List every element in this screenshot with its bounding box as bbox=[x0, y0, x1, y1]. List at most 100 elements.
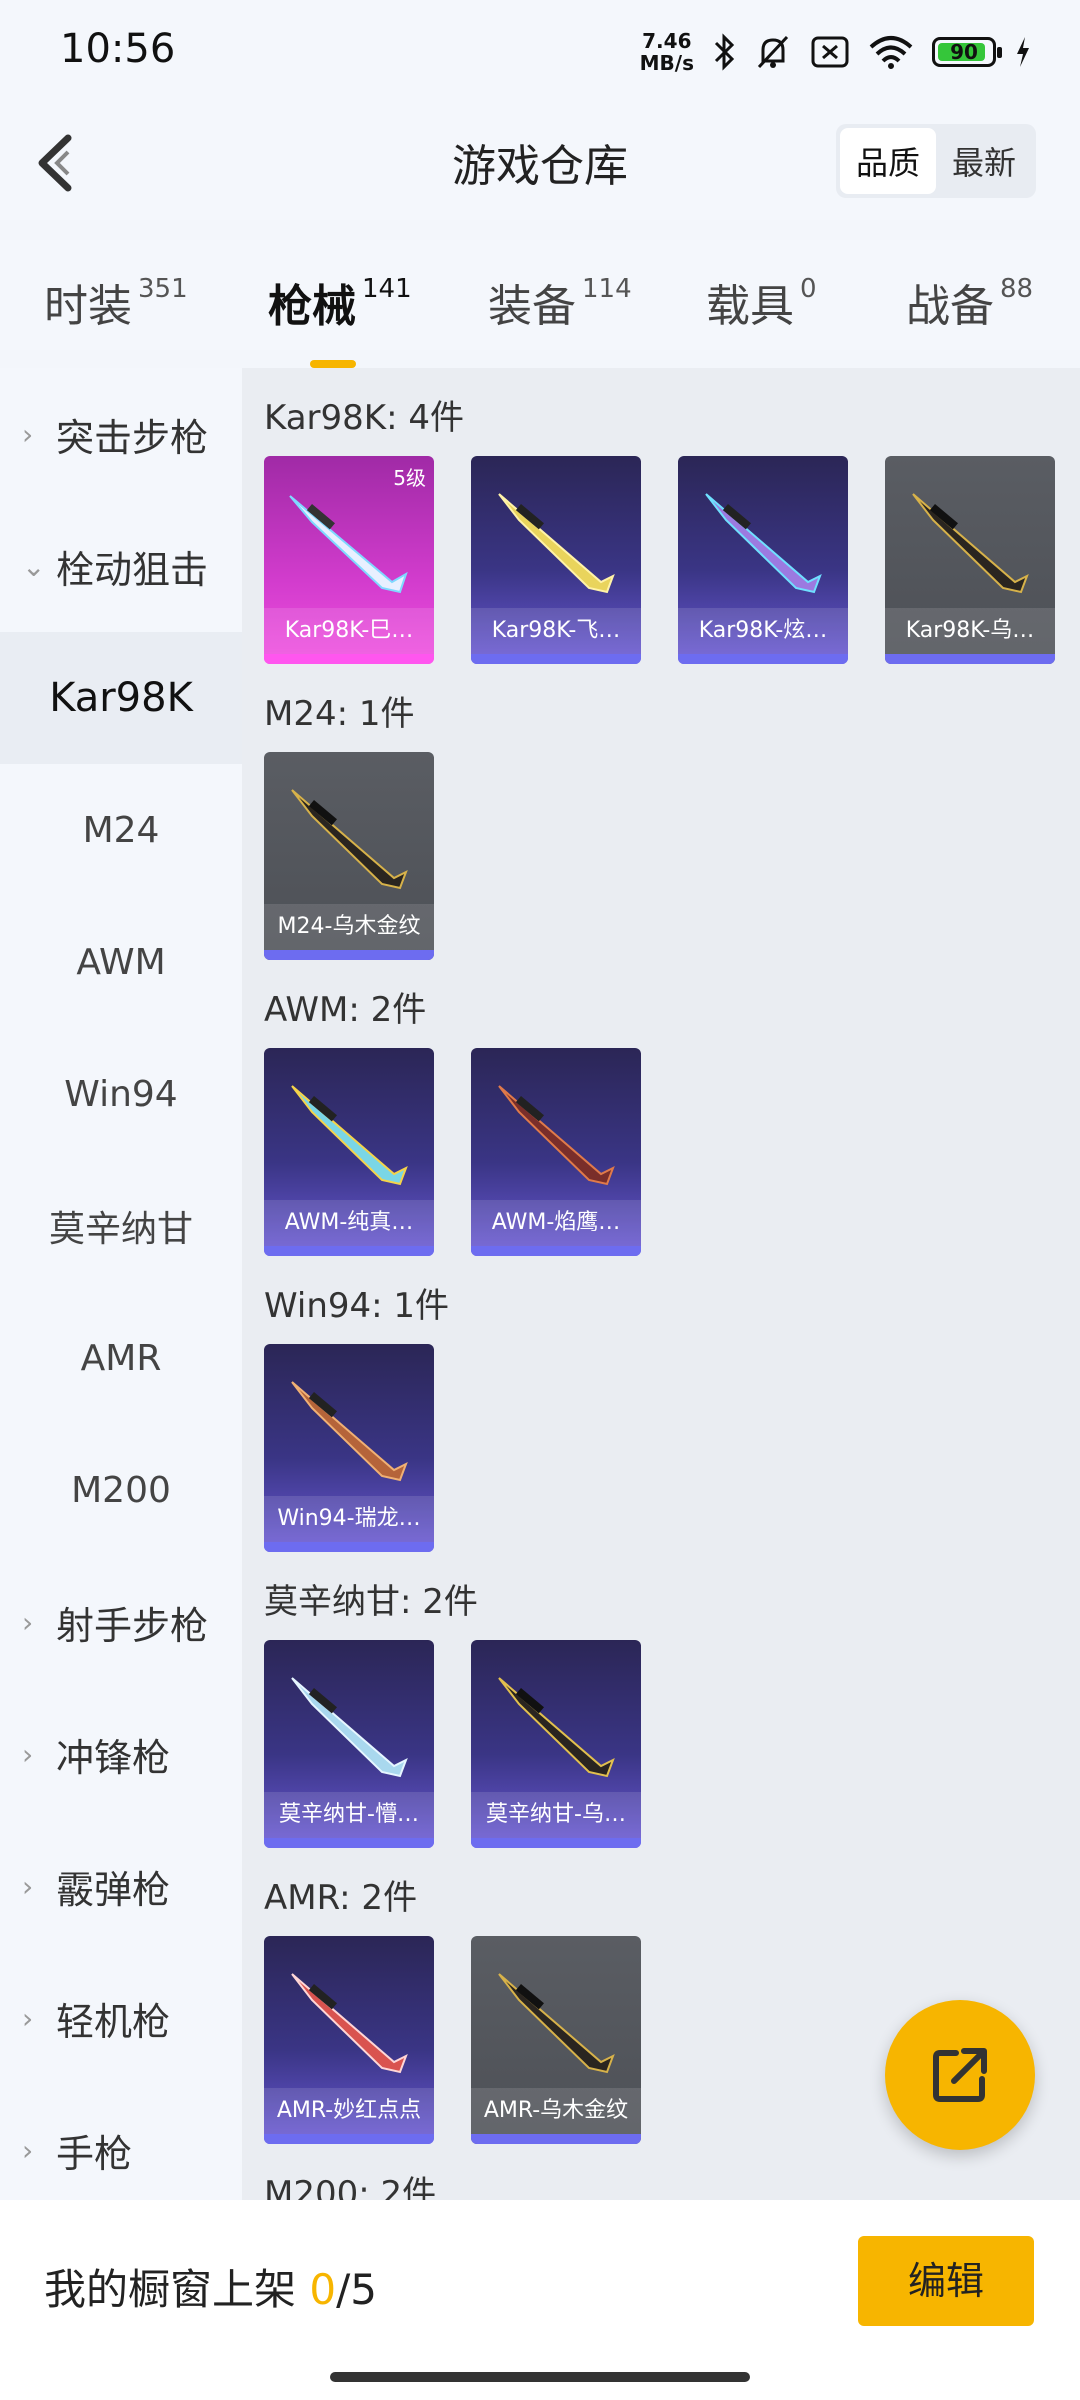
rarity-strip bbox=[264, 1838, 434, 1848]
tab-label: 战备 bbox=[906, 281, 994, 332]
showcase-current-count: 0 bbox=[309, 2265, 337, 2314]
network-speed: 7.46 MB/s bbox=[640, 30, 694, 74]
chevron-right-icon: › bbox=[22, 2133, 34, 2167]
tab-label: 时装 bbox=[44, 281, 132, 332]
sniper-rifle-icon bbox=[498, 1973, 615, 2074]
sidebar-item-assault-rifle[interactable]: › 突击步枪 bbox=[0, 368, 242, 500]
sniper-rifle-icon bbox=[291, 1085, 408, 1186]
sidebar-item-m200[interactable]: M200 bbox=[0, 1424, 242, 1556]
sidebar-item-label: M24 bbox=[82, 809, 160, 851]
sidebar-item-m24[interactable]: M24 bbox=[0, 764, 242, 896]
rarity-strip bbox=[471, 1838, 641, 1848]
charging-icon bbox=[1014, 35, 1032, 69]
chevron-right-icon: › bbox=[22, 2001, 34, 2035]
status-time: 10:56 bbox=[60, 26, 176, 72]
section-title: M200: 2件 bbox=[264, 2174, 437, 2200]
tab-count: 0 bbox=[800, 274, 817, 304]
share-button[interactable] bbox=[885, 2000, 1035, 2150]
rarity-strip bbox=[264, 2134, 434, 2144]
status-icons: 7.46 MB/s 90 bbox=[640, 30, 1032, 74]
weapon-card[interactable]: AMR-妙红点点 bbox=[264, 1936, 434, 2144]
chevron-right-icon: › bbox=[22, 1869, 34, 1903]
sniper-rifle-icon bbox=[498, 1085, 615, 1186]
showcase-total: /5 bbox=[336, 2265, 377, 2314]
battery-icon: 90 bbox=[932, 37, 1002, 67]
section-title: Win94: 1件 bbox=[264, 1286, 450, 1326]
section-title: AMR: 2件 bbox=[264, 1878, 418, 1918]
tab-fashion[interactable]: 时装 351 bbox=[44, 270, 188, 334]
sidebar-item-label: AWM bbox=[76, 941, 166, 983]
weapon-card[interactable]: Kar98K-飞… bbox=[471, 456, 641, 664]
sidebar-item-shotgun[interactable]: › 霰弹枪 bbox=[0, 1820, 242, 1952]
tab-count: 114 bbox=[582, 274, 632, 304]
sidebar-item-label: Win94 bbox=[64, 1073, 178, 1115]
share-external-icon bbox=[933, 2048, 987, 2102]
sidebar-item-amr[interactable]: AMR bbox=[0, 1292, 242, 1424]
sidebar-item-label: 冲锋枪 bbox=[56, 1735, 171, 1780]
sidebar-item-label: 霰弹枪 bbox=[56, 1867, 171, 1912]
item-name: AMR-妙红点点 bbox=[264, 2088, 434, 2134]
app-header: 游戏仓库 品质 最新 bbox=[0, 100, 1080, 220]
sidebar-item-lmg[interactable]: › 轻机枪 bbox=[0, 1952, 242, 2084]
active-tab-indicator bbox=[310, 360, 356, 368]
tab-guns[interactable]: 枪械 141 bbox=[268, 270, 412, 368]
weapon-card[interactable]: M24-乌木金纹 bbox=[264, 752, 434, 960]
weapon-card[interactable]: 莫辛纳甘-懵… bbox=[264, 1640, 434, 1848]
wifi-icon bbox=[868, 35, 914, 69]
tab-label: 枪械 bbox=[268, 281, 356, 332]
section-title: Kar98K: 4件 bbox=[264, 398, 464, 438]
weapon-card[interactable]: 莫辛纳甘-乌… bbox=[471, 1640, 641, 1848]
rarity-strip bbox=[471, 1246, 641, 1256]
item-name: Kar98K-巳… bbox=[264, 608, 434, 654]
sidebar-item-pistol[interactable]: › 手枪 bbox=[0, 2084, 242, 2216]
sniper-rifle-icon bbox=[291, 1381, 408, 1482]
item-level: 5级 bbox=[393, 466, 426, 490]
sniper-rifle-icon bbox=[705, 493, 822, 594]
edit-button[interactable]: 编辑 bbox=[858, 2236, 1034, 2326]
sidebar-item-win94[interactable]: Win94 bbox=[0, 1028, 242, 1160]
sidebar-item-smg[interactable]: › 冲锋枪 bbox=[0, 1688, 242, 1820]
tab-vehicles[interactable]: 载具 0 bbox=[706, 270, 817, 334]
weapon-card[interactable]: AMR-乌木金纹 bbox=[471, 1936, 641, 2144]
sort-quality-button[interactable]: 品质 bbox=[839, 128, 936, 194]
item-name: AMR-乌木金纹 bbox=[471, 2088, 641, 2134]
rarity-strip bbox=[885, 654, 1055, 664]
sort-latest-button[interactable]: 最新 bbox=[936, 128, 1032, 194]
status-bar: 10:56 7.46 MB/s 90 bbox=[0, 0, 1080, 100]
sidebar-item-label: M200 bbox=[71, 1469, 171, 1511]
item-name: Kar98K-乌… bbox=[885, 608, 1055, 654]
weapon-card[interactable]: Kar98K-炫… bbox=[678, 456, 848, 664]
sidebar-item-awm[interactable]: AWM bbox=[0, 896, 242, 1028]
sim-off-icon bbox=[810, 35, 850, 69]
weapon-card[interactable]: 5级 Kar98K-巳… bbox=[264, 456, 434, 664]
item-name: AWM-纯真… bbox=[264, 1200, 434, 1246]
bluetooth-icon bbox=[712, 33, 736, 71]
tab-count: 351 bbox=[138, 274, 188, 304]
sniper-rifle-icon bbox=[289, 495, 408, 594]
sidebar-item-bolt-sniper[interactable]: ⌄ 栓动狙击 bbox=[0, 500, 242, 632]
battery-level: 90 bbox=[950, 40, 978, 64]
sidebar-item-kar98k[interactable]: Kar98K bbox=[0, 632, 242, 764]
sniper-rifle-icon bbox=[498, 1677, 615, 1778]
tab-count: 88 bbox=[1000, 274, 1034, 304]
sidebar-item-marksman-rifle[interactable]: › 射手步枪 bbox=[0, 1556, 242, 1688]
sniper-rifle-icon bbox=[912, 493, 1029, 594]
item-name: Kar98K-飞… bbox=[471, 608, 641, 654]
sidebar-item-mosin[interactable]: 莫辛纳甘 bbox=[0, 1160, 242, 1292]
rarity-strip bbox=[471, 654, 641, 664]
weapon-card[interactable]: Kar98K-乌… bbox=[885, 456, 1055, 664]
home-indicator[interactable] bbox=[330, 2372, 750, 2382]
chevron-right-icon: › bbox=[22, 1737, 34, 1771]
tab-equipment[interactable]: 装备 114 bbox=[488, 270, 632, 334]
sidebar-item-label: AMR bbox=[80, 1337, 162, 1379]
sidebar-item-label: 突击步枪 bbox=[56, 415, 209, 460]
item-name: Kar98K-炫… bbox=[678, 608, 848, 654]
weapon-card[interactable]: AWM-纯真… bbox=[264, 1048, 434, 1256]
tab-supplies[interactable]: 战备 88 bbox=[906, 270, 1033, 334]
showcase-status: 我的橱窗上架 0/5 bbox=[44, 2256, 377, 2317]
weapon-card[interactable]: AWM-焰鹰… bbox=[471, 1048, 641, 1256]
showcase-bar: 我的橱窗上架 0/5 编辑 bbox=[0, 2200, 1080, 2400]
rarity-strip bbox=[264, 654, 434, 664]
sniper-rifle-icon bbox=[291, 1677, 408, 1778]
weapon-card[interactable]: Win94-瑞龙… bbox=[264, 1344, 434, 1552]
